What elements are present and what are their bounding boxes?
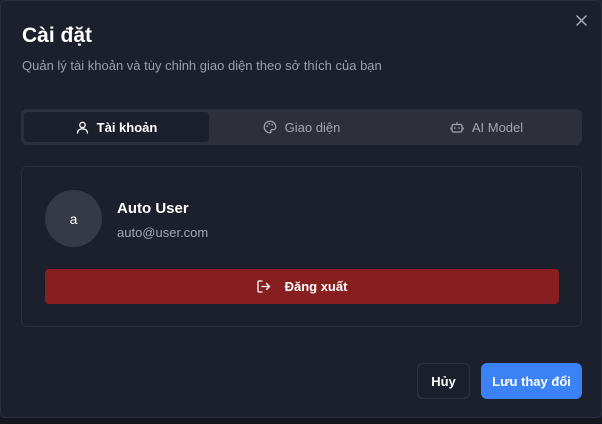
logout-button[interactable]: Đăng xuất (45, 269, 559, 304)
tab-ai-model-label: AI Model (471, 119, 524, 135)
user-email: auto@user.com (117, 225, 209, 240)
palette-icon (263, 120, 277, 134)
logout-label: Đăng xuất (284, 279, 348, 294)
cancel-button[interactable]: Hủy (417, 363, 470, 399)
tab-appearance[interactable]: Giao diện (209, 112, 394, 142)
close-button[interactable] (573, 12, 589, 28)
dialog-subtitle: Quản lý tài khoản và tùy chỉnh giao diện… (22, 58, 382, 73)
bot-icon (450, 122, 464, 133)
user-icon (76, 121, 88, 134)
save-button[interactable]: Lưu thay đổi (481, 363, 582, 399)
logout-icon (256, 280, 270, 293)
tab-account[interactable]: Tài khoản (24, 112, 209, 142)
tab-account-label: Tài khoản (96, 119, 158, 135)
close-icon (575, 14, 587, 26)
settings-dialog: Cài đặt Quản lý tài khoản và tùy chỉnh g… (0, 0, 602, 418)
avatar: a (45, 190, 102, 247)
account-card: a Auto User auto@user.com Đăng xuất (21, 166, 582, 327)
settings-tabs: Tài khoản Giao diện AI Model (21, 109, 582, 145)
avatar-initial: a (69, 210, 78, 227)
backdrop (0, 418, 602, 424)
tab-ai-model[interactable]: AI Model (394, 112, 579, 142)
tab-appearance-label: Giao diện (284, 119, 341, 135)
dialog-title: Cài đặt (22, 24, 93, 47)
user-name: Auto User (117, 200, 189, 217)
